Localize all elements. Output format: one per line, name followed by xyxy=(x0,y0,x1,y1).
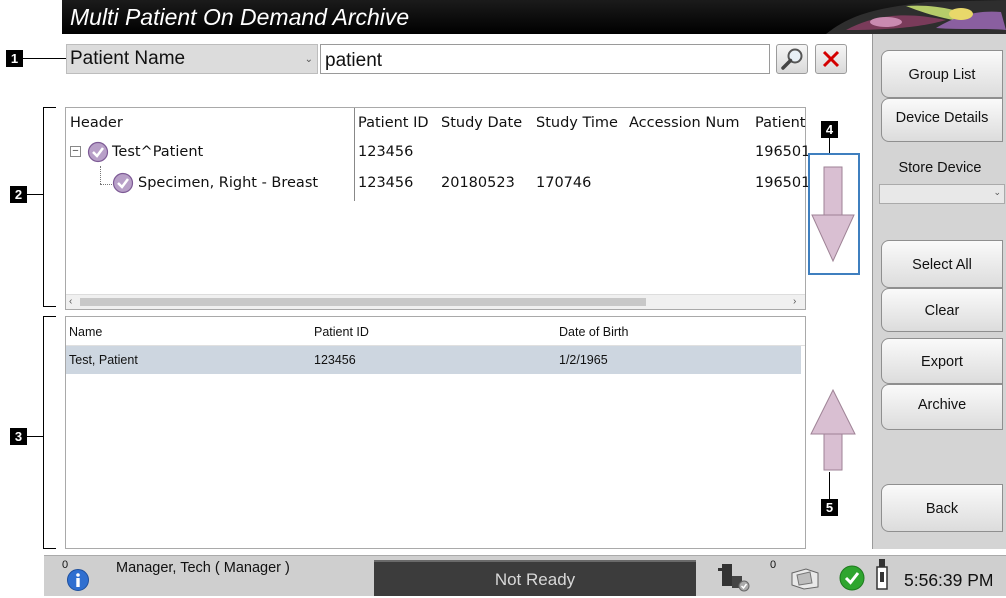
column-header-patient-id[interactable]: Patient ID xyxy=(314,325,369,339)
callout-5: 5 xyxy=(821,499,838,516)
group-list-button[interactable]: Group List xyxy=(881,50,1003,98)
collapse-icon[interactable]: − xyxy=(70,146,81,157)
callout-3: 3 xyxy=(10,428,27,445)
scroll-right-icon[interactable]: › xyxy=(793,296,796,307)
column-header-date-of-birth[interactable]: Date of Birth xyxy=(559,325,628,339)
scrollbar-thumb[interactable] xyxy=(80,298,646,306)
callout-1-line xyxy=(23,58,66,59)
arrow-up-icon xyxy=(810,388,856,471)
notification-count: 0 xyxy=(770,559,777,571)
store-device-label: Store Device xyxy=(898,160,982,176)
info-icon[interactable] xyxy=(66,568,90,592)
right-button-panel: Group List Device Details Store Device ⌄… xyxy=(872,34,1006,549)
back-button[interactable]: Back xyxy=(881,484,1003,532)
system-status-indicator: Not Ready xyxy=(374,560,696,596)
remove-from-list-button[interactable] xyxy=(809,388,859,472)
specimen-check-icon xyxy=(112,172,134,194)
callout-3-line xyxy=(27,436,43,437)
column-header-name[interactable]: Name xyxy=(69,325,102,339)
column-header-study-time[interactable]: Study Time xyxy=(536,115,618,131)
tree-cell-patient-id: 123456 xyxy=(358,175,414,191)
scroll-left-icon[interactable]: ‹ xyxy=(69,296,72,307)
list-cell-patient-id: 123456 xyxy=(314,353,356,367)
status-ok-icon[interactable] xyxy=(838,564,866,592)
callout-3-bracket xyxy=(43,316,56,549)
tree-row[interactable]: − Test^Patient 123456 196501 xyxy=(66,140,810,166)
list-cell-dob: 1/2/1965 xyxy=(559,353,608,367)
table-row[interactable]: Test, Patient 123456 1/2/1965 xyxy=(66,346,801,374)
callout-2: 2 xyxy=(10,186,27,203)
tree-cell-study-time: 170746 xyxy=(536,175,592,191)
callout-4-line xyxy=(829,138,830,153)
search-type-value: Patient Name xyxy=(70,48,186,69)
search-button[interactable] xyxy=(776,44,808,74)
search-type-dropdown[interactable]: Patient Name ⌄ xyxy=(66,44,318,74)
tree-cell-patient: 196501 xyxy=(755,144,811,160)
column-header-study-date[interactable]: Study Date xyxy=(441,115,522,131)
list-cell-name: Test, Patient xyxy=(69,353,138,367)
red-x-icon xyxy=(822,50,840,68)
column-header-patient[interactable]: Patient xyxy=(755,115,806,131)
column-header-patient-id[interactable]: Patient ID xyxy=(358,115,429,131)
chevron-down-icon: ⌄ xyxy=(993,187,1001,197)
callout-2-bracket xyxy=(43,107,56,307)
flower-banner-image xyxy=(826,0,1006,34)
search-input[interactable] xyxy=(320,44,770,74)
callout-5-line xyxy=(829,472,830,499)
magnifier-icon xyxy=(781,48,803,70)
tree-cell-patient-id: 123456 xyxy=(358,144,414,160)
tree-row[interactable]: Specimen, Right - Breast 123456 20180523… xyxy=(66,171,810,197)
horizontal-scrollbar[interactable]: ‹ › xyxy=(66,294,805,309)
patient-check-icon xyxy=(87,141,109,163)
clear-button[interactable]: Clear xyxy=(881,288,1003,332)
title-bar: Multi Patient On Demand Archive xyxy=(62,0,1006,34)
tree-cell-study-date: 20180523 xyxy=(441,175,515,191)
tree-cell-patient: 196501 xyxy=(755,175,811,191)
network-device-icon[interactable] xyxy=(716,562,752,592)
chevron-down-icon: ⌄ xyxy=(304,54,313,65)
archive-button[interactable]: Archive xyxy=(881,384,1003,430)
current-user: Manager, Tech ( Manager ) xyxy=(116,560,290,576)
device-details-button[interactable]: Device Details xyxy=(881,98,1003,142)
tree-cell-header: Test^Patient xyxy=(112,144,204,160)
column-header-accession-num[interactable]: Accession Num xyxy=(629,115,740,131)
clock: 5:56:39 PM xyxy=(904,570,994,590)
store-device-dropdown[interactable]: ⌄ xyxy=(879,184,1005,204)
callout-1: 1 xyxy=(6,50,23,67)
select-all-button[interactable]: Select All xyxy=(881,240,1003,288)
output-queue-icon[interactable] xyxy=(788,563,822,591)
add-to-list-button[interactable] xyxy=(808,153,860,275)
callout-4: 4 xyxy=(821,121,838,138)
page-title: Multi Patient On Demand Archive xyxy=(70,4,410,30)
arrow-down-icon xyxy=(811,166,855,263)
clear-search-button[interactable] xyxy=(815,44,847,74)
export-button[interactable]: Export xyxy=(881,338,1003,384)
tree-cell-header: Specimen, Right - Breast xyxy=(138,175,319,191)
callout-2-line xyxy=(27,194,43,195)
usb-device-icon[interactable] xyxy=(874,558,890,592)
study-tree-table[interactable]: Header Patient ID Study Date Study Time … xyxy=(65,107,810,310)
column-header-header[interactable]: Header xyxy=(70,115,123,131)
selected-patients-table[interactable]: Name Patient ID Date of Birth Test, Pati… xyxy=(65,316,806,549)
